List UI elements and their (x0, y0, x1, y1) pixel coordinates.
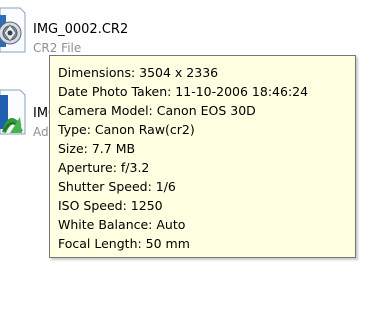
iso-speed-text: ISO Speed: 1250 (58, 198, 163, 213)
white-balance-text: White Balance: Auto (58, 217, 186, 232)
size-text: Size: 7.7 MB (58, 141, 136, 156)
photoshop-raw-icon (0, 87, 26, 137)
aperture-text: Aperture: f/3.2 (58, 160, 150, 175)
file-item[interactable]: IMG_0002.CR2 CR2 File (0, 0, 200, 60)
file-info-tooltip: Dimensions: 3504 x 2336 Date Photo Taken… (49, 55, 356, 258)
focal-length-text: Focal Length: 50 mm (58, 236, 190, 251)
shutter-speed-text: Shutter Speed: 1/6 (58, 179, 176, 194)
camera-model-text: Camera Model: Canon EOS 30D (58, 103, 256, 118)
file-type: Ad (33, 125, 49, 139)
camera-raw-icon (0, 5, 26, 55)
file-kind-text: Type: Canon Raw(cr2) (58, 122, 195, 137)
date-taken-text: Date Photo Taken: 11-10-2006 18:46:24 (58, 84, 309, 99)
dimensions-text: Dimensions: 3504 x 2336 (58, 65, 219, 80)
file-name: IMG_0002.CR2 (33, 22, 129, 37)
file-type: CR2 File (33, 41, 82, 55)
